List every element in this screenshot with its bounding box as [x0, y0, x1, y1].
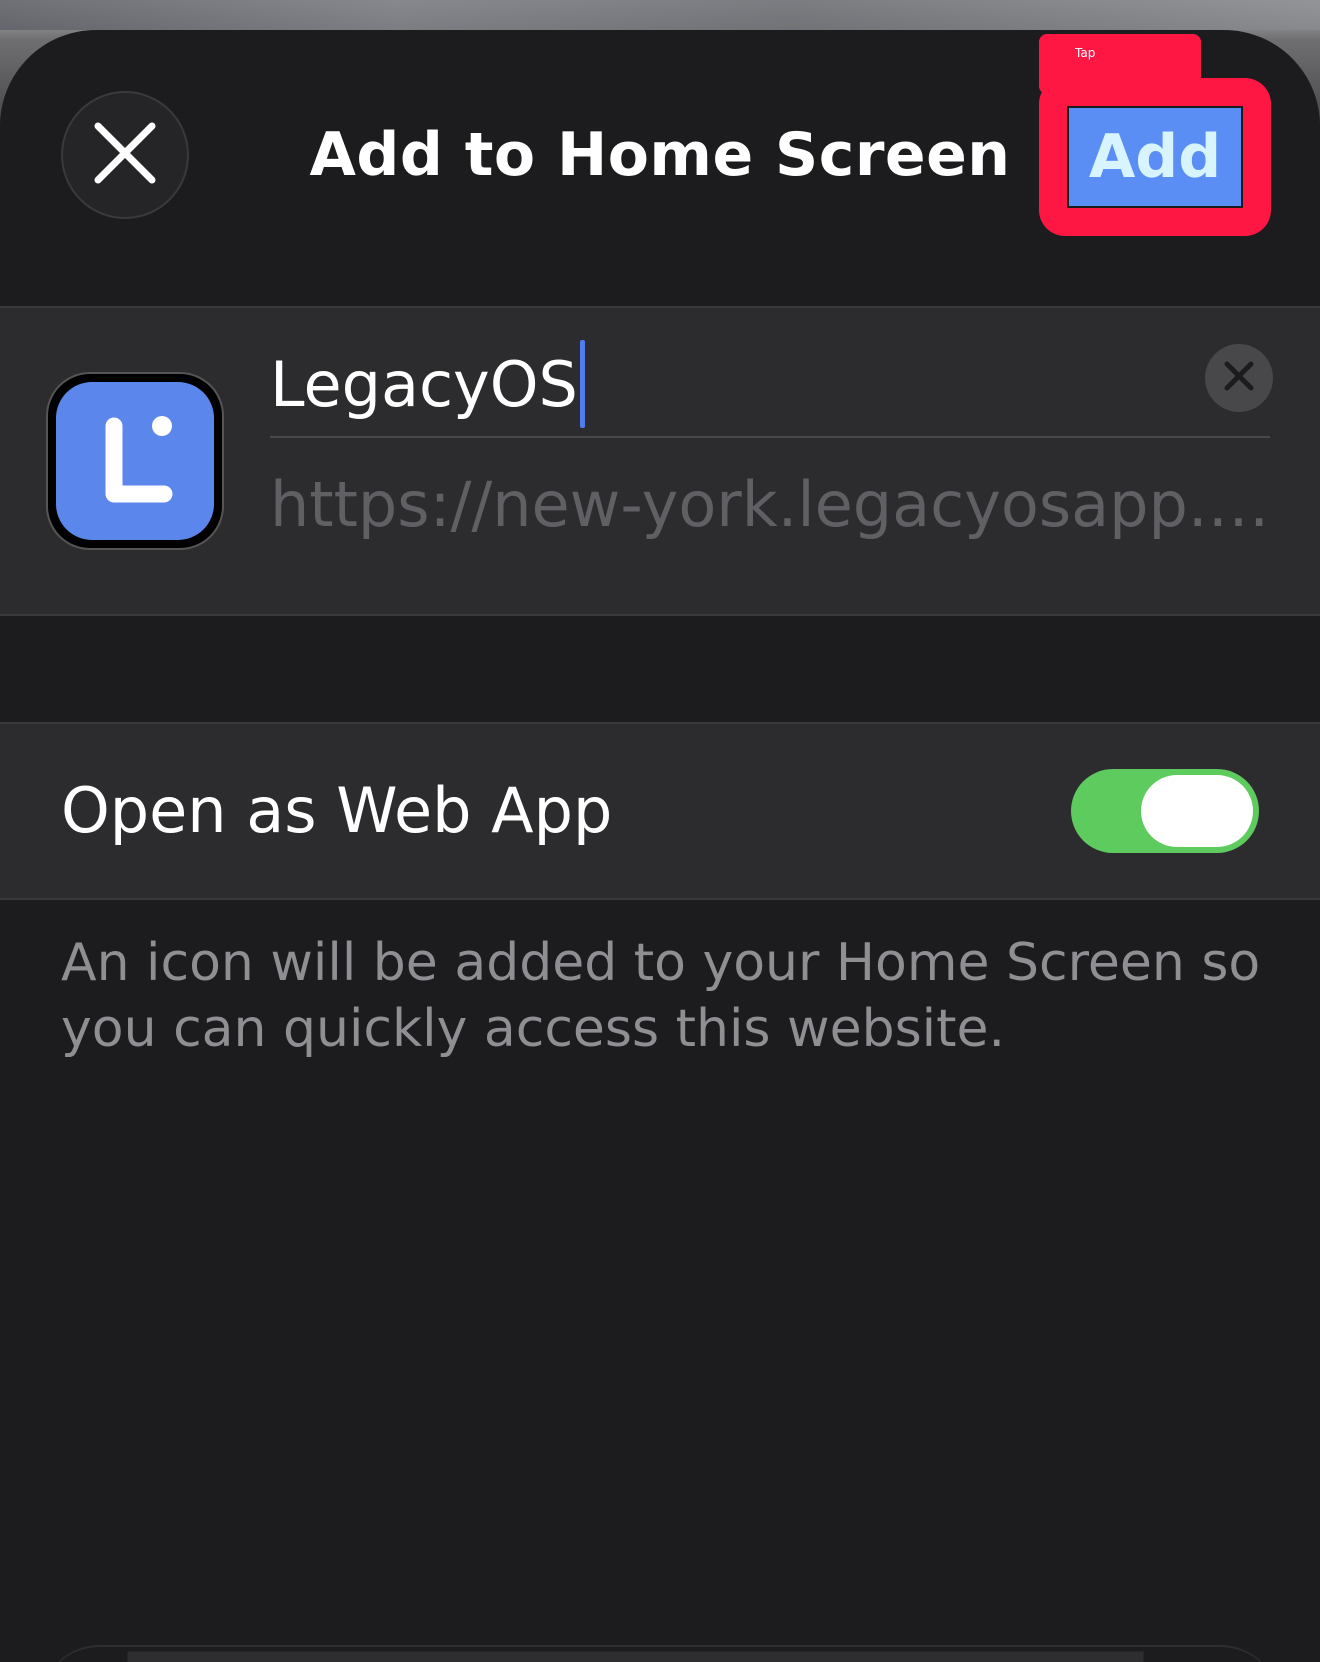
close-icon: [90, 118, 160, 192]
sheet-header: Add to Home Screen Tap Add: [0, 30, 1320, 305]
app-icon: [46, 372, 224, 550]
clear-name-button[interactable]: [1205, 344, 1273, 412]
shortcut-details-group: LegacyOS https://new-york.legacyosapp.c.…: [0, 306, 1320, 616]
name-input-value: LegacyOS: [270, 347, 578, 421]
background-app: [0, 0, 1320, 30]
add-to-home-sheet: Add to Home Screen Tap Add LegacyOS http…: [0, 30, 1320, 1662]
toggle-knob: [1141, 775, 1253, 847]
website-url: https://new-york.legacyosapp.c...: [270, 468, 1270, 541]
app-icon-face: [56, 382, 214, 540]
name-field[interactable]: LegacyOS: [270, 328, 1270, 438]
clear-icon: [1222, 359, 1256, 397]
close-button[interactable]: [61, 91, 189, 219]
bottom-panel-edge: [40, 1645, 1280, 1662]
screen: Add to Home Screen Tap Add LegacyOS http…: [0, 0, 1320, 1662]
footnote-text: An icon will be added to your Home Scree…: [61, 933, 1261, 1059]
text-cursor: [579, 340, 585, 428]
name-input[interactable]: LegacyOS: [270, 340, 585, 428]
open-as-web-app-toggle[interactable]: [1071, 769, 1259, 853]
open-as-web-app-label: Open as Web App: [61, 774, 613, 847]
add-button[interactable]: Add: [1067, 106, 1243, 208]
page-title: Add to Home Screen: [309, 120, 1011, 190]
open-as-web-app-row: Open as Web App: [0, 722, 1320, 900]
tap-hint: Tap: [1039, 34, 1201, 94]
